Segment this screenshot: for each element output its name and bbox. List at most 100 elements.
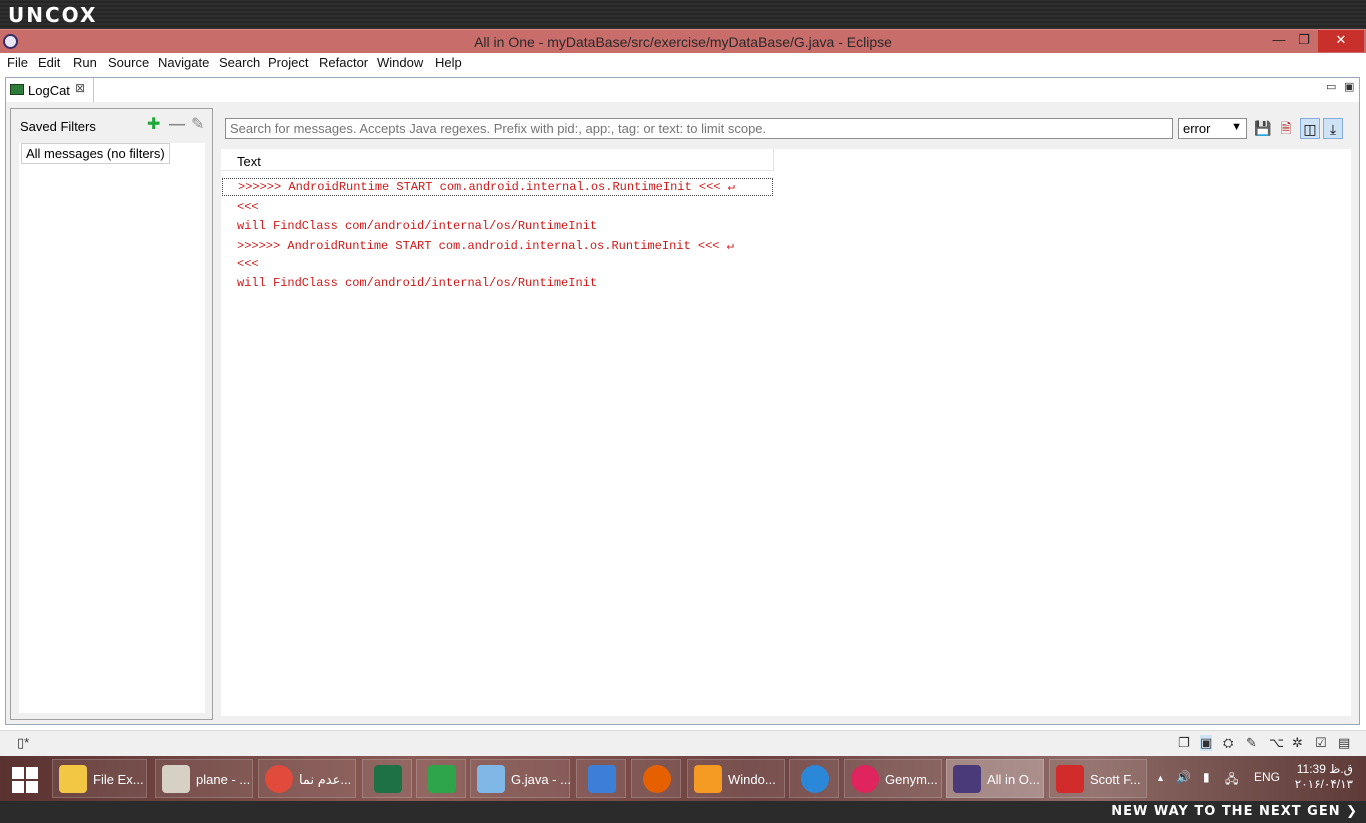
calculator-icon bbox=[428, 765, 456, 793]
filter-list: All messages (no filters) bbox=[19, 143, 205, 713]
hierarchy-icon[interactable]: ⛭ bbox=[1223, 735, 1233, 751]
firefox-icon bbox=[643, 765, 671, 793]
saved-filters-panel: Saved Filters ✚ — ✎ All messages (no fil… bbox=[10, 108, 213, 720]
taskbar-item-label: عدم نما... bbox=[299, 772, 352, 787]
menu-window[interactable]: Window bbox=[377, 55, 423, 70]
taskbar-item-genymotion[interactable]: Genym... bbox=[844, 759, 942, 798]
menu-project[interactable]: Project bbox=[268, 55, 308, 70]
tree-icon[interactable]: ⌥ bbox=[1269, 735, 1284, 751]
taskbar-item-lightning[interactable] bbox=[576, 759, 626, 798]
start-button[interactable] bbox=[4, 763, 44, 795]
task-icon[interactable]: ☑ bbox=[1315, 735, 1327, 751]
scroll-lock-icon[interactable]: ⤓ bbox=[1323, 118, 1343, 139]
menu-search[interactable]: Search bbox=[219, 55, 260, 70]
play-icon bbox=[801, 765, 829, 793]
taskbar-item-firefox[interactable] bbox=[631, 759, 681, 798]
clock-time: 11:39 ق.ظ bbox=[1296, 762, 1353, 776]
genymotion-icon bbox=[851, 765, 879, 793]
lightning-icon bbox=[588, 765, 616, 793]
taskbar-item-eclipse[interactable]: All in O... bbox=[946, 759, 1044, 798]
window-titlebar[interactable]: All in One - myDataBase/src/exercise/myD… bbox=[0, 29, 1366, 53]
log-search-input[interactable] bbox=[225, 118, 1173, 139]
log-level-value: error bbox=[1183, 121, 1211, 136]
taskbar-item-pdf[interactable]: Scott F... bbox=[1049, 759, 1147, 798]
log-level-select[interactable]: error ▼ bbox=[1178, 118, 1247, 139]
windows-logo-icon bbox=[12, 767, 24, 779]
menu-file[interactable]: File bbox=[7, 55, 28, 70]
log-row[interactable]: >>>>>> AndroidRuntime START com.android.… bbox=[222, 178, 773, 196]
android-device-icon bbox=[10, 84, 24, 95]
edit-filter-icon[interactable]: ✎ bbox=[191, 117, 204, 133]
menu-edit[interactable]: Edit bbox=[38, 55, 60, 70]
taskbar-item-notepad[interactable]: G.java - ... bbox=[470, 759, 571, 798]
view-maximize-icon[interactable]: ▣ bbox=[1344, 80, 1354, 93]
menu-help[interactable]: Help bbox=[435, 55, 462, 70]
menu-source[interactable]: Source bbox=[108, 55, 149, 70]
folder-icon bbox=[59, 765, 87, 793]
save-log-icon[interactable]: 💾 bbox=[1253, 118, 1273, 139]
taskbar-item-label: G.java - ... bbox=[511, 772, 571, 787]
log-row[interactable]: <<< bbox=[237, 200, 259, 214]
toggle-filter-panel-icon[interactable]: ◫ bbox=[1300, 118, 1320, 139]
bug-icon[interactable]: ✲ bbox=[1292, 735, 1303, 751]
menu-refactor[interactable]: Refactor bbox=[319, 55, 368, 70]
pencil-icon[interactable]: ✎ bbox=[1246, 735, 1257, 751]
log-row[interactable]: will FindClass com/android/internal/os/R… bbox=[237, 276, 597, 290]
restore-perspective-icon[interactable]: ❐ bbox=[1178, 735, 1190, 751]
tab-close-icon[interactable]: ⊠ bbox=[75, 81, 85, 95]
taskbar-item-label: plane - ... bbox=[196, 772, 251, 787]
battery-icon[interactable]: ▮ bbox=[1203, 770, 1210, 784]
network-icon[interactable]: 🖧 bbox=[1225, 770, 1238, 791]
menu-run[interactable]: Run bbox=[73, 55, 97, 70]
window-title: All in One - myDataBase/src/exercise/myD… bbox=[474, 34, 892, 50]
taskbar-item-label: Genym... bbox=[885, 772, 938, 787]
menu-navigate[interactable]: Navigate bbox=[158, 55, 209, 70]
taskbar-item-book[interactable]: plane - ... bbox=[155, 759, 253, 798]
console-icon[interactable]: ▤ bbox=[1338, 735, 1350, 751]
saved-filters-heading: Saved Filters bbox=[20, 119, 96, 134]
taskbar-item-file-explorer[interactable]: File Ex... bbox=[52, 759, 147, 798]
taskbar-item-excel[interactable] bbox=[362, 759, 412, 798]
taskbar-item-media-player[interactable]: Windo... bbox=[687, 759, 785, 798]
chevron-down-icon: ▼ bbox=[1231, 121, 1242, 133]
restore-button[interactable]: ❐ bbox=[1291, 30, 1317, 52]
log-row[interactable]: >>>>>> AndroidRuntime START com.android.… bbox=[237, 238, 734, 253]
taskbar-item-chrome[interactable]: عدم نما... bbox=[258, 759, 356, 798]
column-header-label: Text bbox=[237, 154, 261, 169]
menu-bar: File Edit Run Source Navigate Search Pro… bbox=[0, 53, 1366, 73]
taskbar-item-player[interactable] bbox=[789, 759, 839, 798]
taskbar-item-label: Windo... bbox=[728, 772, 776, 787]
eclipse-icon bbox=[953, 765, 981, 793]
logcat-view: LogCat ⊠ ▭ ▣ Saved Filters ✚ — ✎ All mes… bbox=[5, 77, 1360, 725]
fast-view-icon[interactable]: ▯* bbox=[17, 735, 29, 751]
windows-logo-icon bbox=[12, 781, 24, 793]
top-watermark-band: UNCOX bbox=[0, 0, 1366, 29]
add-filter-icon[interactable]: ✚ bbox=[147, 117, 160, 133]
notepad-icon bbox=[477, 765, 505, 793]
minimize-button[interactable]: — bbox=[1266, 30, 1292, 52]
clock[interactable]: 11:39 ق.ظ ۲۰۱۶/۰۴/۱۳ bbox=[1293, 762, 1353, 792]
media-icon bbox=[694, 765, 722, 793]
column-header-text[interactable]: Text bbox=[221, 149, 774, 171]
language-indicator[interactable]: ENG bbox=[1254, 770, 1280, 784]
status-bar: ▯* ❐ ▣ ⛭ ✎ ⌥ ✲ ☑ ▤ bbox=[0, 730, 1366, 756]
ddms-perspective-icon[interactable]: ▣ bbox=[1200, 735, 1213, 751]
taskbar-item-calculator[interactable] bbox=[416, 759, 466, 798]
volume-icon[interactable]: 🔊 bbox=[1176, 770, 1191, 784]
tab-logcat[interactable]: LogCat ⊠ bbox=[6, 78, 94, 102]
log-row[interactable]: will FindClass com/android/internal/os/R… bbox=[237, 219, 597, 233]
remove-filter-icon[interactable]: — bbox=[169, 117, 185, 133]
windows-logo-icon bbox=[26, 781, 38, 793]
close-button[interactable]: ✕ bbox=[1318, 30, 1364, 52]
chrome-icon bbox=[265, 765, 293, 793]
log-row[interactable]: <<< bbox=[237, 257, 259, 271]
tray-overflow-icon[interactable]: ▲ bbox=[1156, 773, 1165, 783]
log-table: Text >>>>>> AndroidRuntime START com.and… bbox=[221, 149, 1351, 716]
taskbar-item-label: Scott F... bbox=[1090, 772, 1141, 787]
view-minimize-icon[interactable]: ▭ bbox=[1326, 80, 1336, 93]
excel-icon bbox=[374, 765, 402, 793]
taskbar: File Ex... plane - ... عدم نما... G.java… bbox=[0, 756, 1366, 801]
filter-item-all-messages[interactable]: All messages (no filters) bbox=[21, 143, 170, 164]
tab-logcat-label: LogCat bbox=[28, 83, 70, 98]
clear-log-icon[interactable]: 🗎 bbox=[1276, 118, 1296, 139]
